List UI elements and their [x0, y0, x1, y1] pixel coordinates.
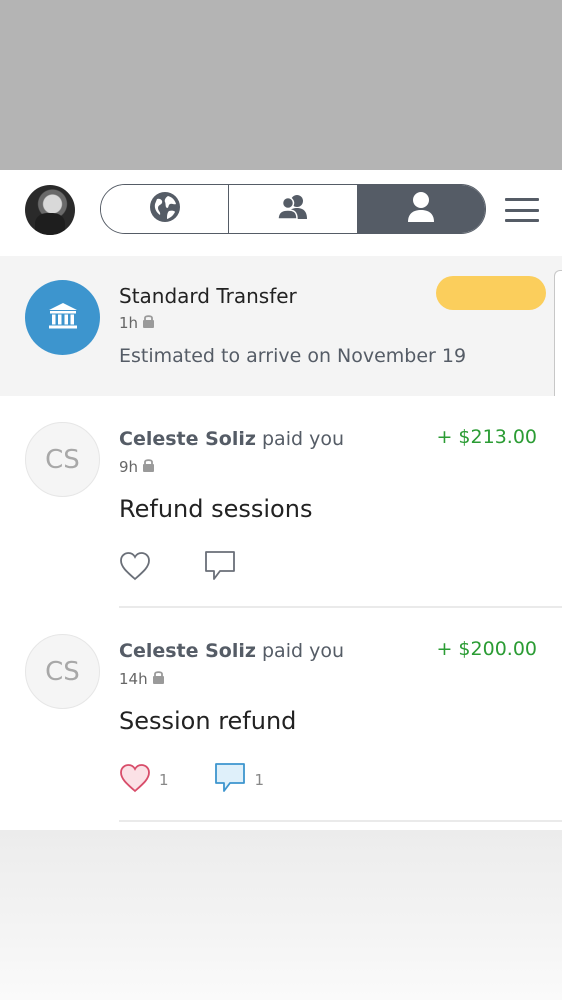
payment-note: Session refund: [119, 707, 297, 735]
lock-icon: [142, 458, 155, 476]
comment-icon: [203, 550, 237, 586]
tab-friends[interactable]: [229, 185, 358, 233]
globe-icon: [148, 190, 182, 228]
profile-avatar[interactable]: [25, 185, 75, 235]
redacted-amount: [436, 276, 546, 310]
user-avatar[interactable]: CS: [25, 634, 100, 709]
payment-time-text: 14h: [119, 670, 148, 688]
like-button[interactable]: 1: [119, 763, 169, 797]
user-avatar[interactable]: CS: [25, 422, 100, 497]
feed-item[interactable]: CS Celeste Soliz paid you + $213.00 9h R…: [0, 396, 562, 608]
tab-public[interactable]: [101, 185, 230, 233]
transfer-arrival-text: Estimated to arrive on November 19: [119, 345, 467, 367]
standard-transfer-card[interactable]: Standard Transfer 1h Estimated to arrive…: [0, 256, 562, 396]
transfer-time-text: 1h: [119, 314, 139, 332]
payment-time: 14h: [119, 670, 165, 688]
lock-icon: [142, 314, 155, 332]
comment-button[interactable]: [203, 550, 245, 586]
tab-mine[interactable]: [357, 185, 485, 233]
payment-time: 9h: [119, 458, 155, 476]
status-bar-area: [0, 0, 562, 170]
person-icon: [406, 191, 436, 227]
payment-time-text: 9h: [119, 458, 139, 476]
feed-segmented-control: [100, 184, 486, 234]
feed-actions: 1 1: [119, 762, 308, 798]
transfer-title: Standard Transfer: [119, 284, 297, 308]
comment-count: 1: [254, 771, 265, 789]
payment-amount: + $213.00: [436, 426, 537, 448]
lock-icon: [152, 670, 165, 688]
payment-action: paid you: [262, 640, 344, 662]
divider: [119, 820, 562, 822]
bank-badge: [25, 280, 100, 355]
friends-icon: [276, 193, 310, 225]
bank-icon: [48, 302, 78, 334]
comment-button[interactable]: 1: [213, 762, 265, 798]
app-header: [0, 170, 562, 256]
empty-feed-area: [0, 830, 562, 1000]
payment-action: paid you: [262, 428, 344, 450]
comment-icon: [213, 762, 247, 798]
like-button[interactable]: [119, 551, 159, 585]
feed-actions: [119, 550, 289, 586]
transfer-time: 1h: [119, 314, 155, 332]
payment-note: Refund sessions: [119, 495, 313, 523]
payment-headline: Celeste Soliz paid you: [119, 428, 344, 450]
payment-headline: Celeste Soliz paid you: [119, 640, 344, 662]
heart-icon: [119, 763, 151, 797]
like-count: 1: [159, 771, 169, 789]
payer-name[interactable]: Celeste Soliz: [119, 428, 256, 450]
hamburger-menu-icon[interactable]: [505, 198, 539, 222]
payment-amount: + $200.00: [436, 638, 537, 660]
feed-item[interactable]: CS Celeste Soliz paid you + $200.00 14h …: [0, 608, 562, 830]
payer-name[interactable]: Celeste Soliz: [119, 640, 256, 662]
heart-icon: [119, 551, 151, 585]
